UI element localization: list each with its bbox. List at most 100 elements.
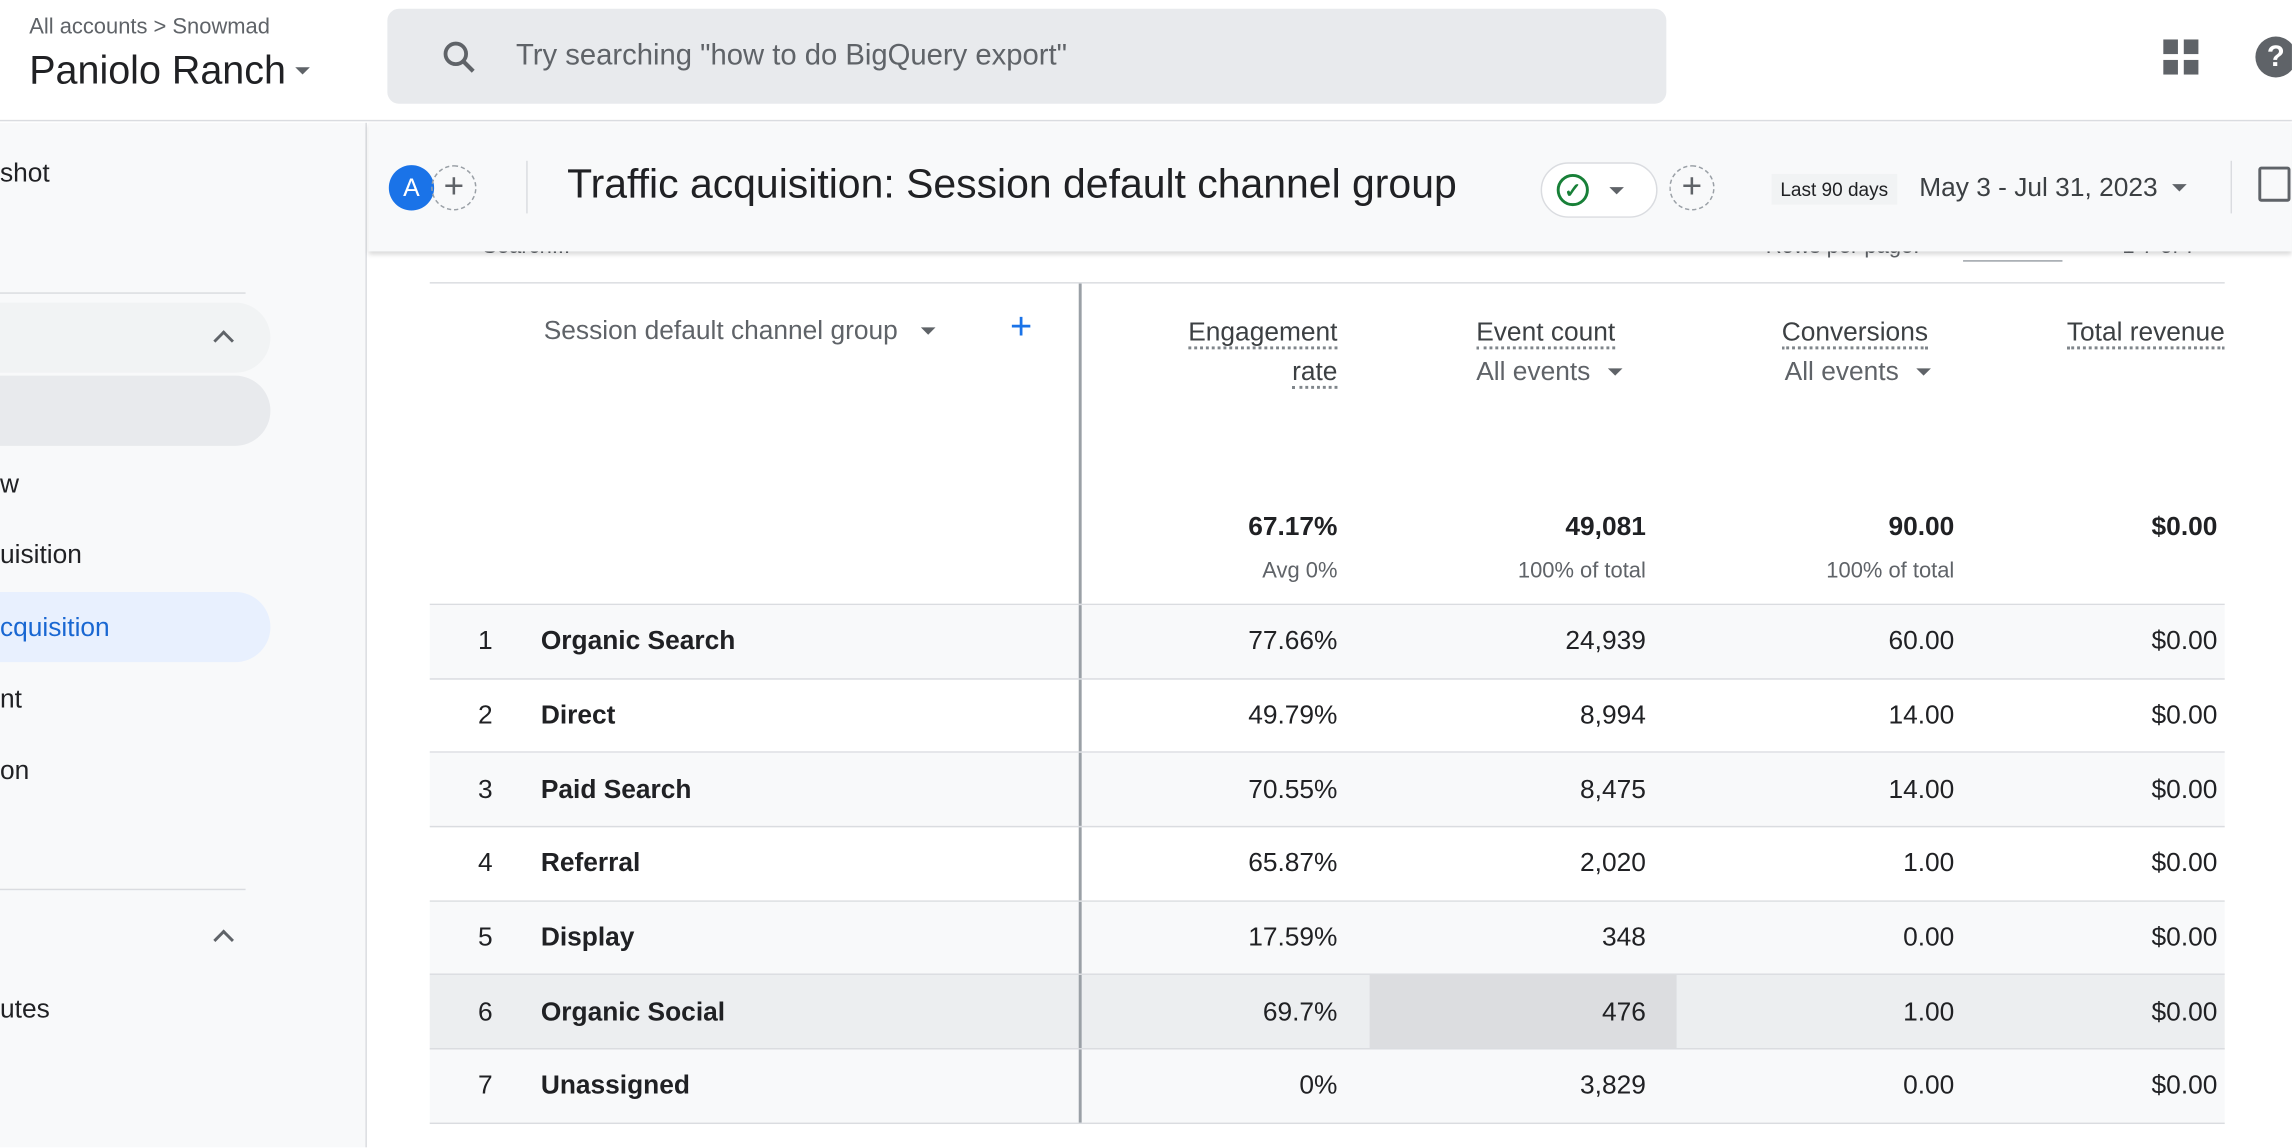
row-rank: 5 — [477, 922, 493, 952]
event-count-cell: 24,939 — [1565, 626, 1646, 656]
table-row[interactable]: 3 Paid Search 70.55% 8,475 14.00 $0.00 — [429, 753, 2225, 828]
comparison-avatar[interactable]: A — [388, 165, 435, 211]
caret-down-icon — [1609, 186, 1624, 194]
column-title: Event count — [1476, 317, 1616, 350]
sidebar-item[interactable]: shot — [0, 137, 270, 207]
search-input[interactable] — [515, 39, 1540, 74]
page-title: Traffic acquisition: Session default cha… — [567, 160, 1457, 207]
revenue-cell: $0.00 — [2151, 700, 2218, 730]
table-row[interactable]: 6 Organic Social 69.7% 476 1.00 $0.00 — [429, 975, 2225, 1050]
conversion-filter-select[interactable]: All events — [1785, 357, 1931, 388]
caret-down-icon — [2172, 184, 2187, 192]
sidebar-group-header[interactable] — [0, 902, 270, 972]
row-rank: 4 — [477, 848, 493, 878]
total-sub: Avg 0% — [1262, 558, 1338, 584]
dimension-header: Session default channel group + — [430, 283, 1082, 604]
data-table: Session default channel group + Engageme… — [429, 282, 2225, 1124]
select-value: All events — [1784, 356, 1899, 386]
engagement-rate-cell: 17.59% — [1248, 922, 1338, 952]
sidebar-item[interactable]: utes — [0, 973, 270, 1043]
caret-down-icon — [294, 67, 310, 75]
channel-name: Organic Search — [541, 605, 1082, 678]
event-count-cell: 3,829 — [1580, 1070, 1646, 1100]
property-selector[interactable]: Paniolo Ranch — [29, 48, 310, 93]
revenue-cell: $0.00 — [2151, 1070, 2218, 1100]
sidebar-item[interactable]: on — [0, 735, 270, 805]
column-title: Conversions — [1781, 317, 1928, 350]
channel-name: Referral — [541, 827, 1082, 901]
revenue-cell: $0.00 — [2151, 774, 2218, 804]
row-rank: 6 — [477, 996, 493, 1026]
channel-name: Display — [541, 901, 1082, 975]
sidebar-group-header[interactable] — [0, 302, 271, 373]
add-comparison-icon[interactable]: + — [431, 165, 477, 211]
sidebar-item-traffic-acquisition[interactable]: cquisition — [0, 591, 271, 663]
event-filter-select[interactable]: All events — [1476, 356, 1623, 388]
total-value: 90.00 — [1888, 511, 1955, 541]
sidebar-item-user-acquisition[interactable]: uisition — [0, 519, 270, 589]
table-row[interactable]: 7 Unassigned 0% 3,829 0.00 $0.00 — [429, 1049, 2225, 1124]
column-engagement-rate[interactable]: Engagement rate 67.17% Avg 0% — [1082, 284, 1370, 604]
revenue-cell: $0.00 — [2151, 626, 2218, 656]
sidebar-item[interactable]: nt — [0, 664, 270, 734]
apps-grid-icon[interactable] — [2163, 39, 2199, 75]
rows-per-page-select[interactable] — [1963, 260, 2063, 262]
sidebar: shot w uisition cquisition nt on utes — [0, 122, 367, 1148]
total-value: 49,081 — [1565, 511, 1646, 541]
add-icon[interactable]: + — [1669, 165, 1715, 211]
table-row[interactable]: 1 Organic Search 77.66% 24,939 60.00 $0.00 — [429, 605, 2225, 680]
engagement-rate-cell: 69.7% — [1262, 996, 1338, 1026]
column-total-revenue[interactable]: Total revenue $0.00 — [1985, 284, 2225, 604]
event-count-cell: 476 — [1369, 975, 1677, 1049]
add-dimension-icon[interactable]: + — [1010, 304, 1032, 349]
table-body: 1 Organic Search 77.66% 24,939 60.00 $0.00 2 Di… — [429, 605, 2225, 1124]
breadcrumb[interactable]: All accounts > Snowmad — [29, 15, 270, 40]
revenue-cell: $0.00 — [2151, 848, 2218, 878]
caret-down-icon — [921, 327, 936, 335]
engagement-rate-cell: 70.55% — [1248, 774, 1338, 804]
conversions-cell: 1.00 — [1903, 996, 1955, 1026]
engagement-rate-cell: 65.87% — [1248, 848, 1338, 878]
date-range-picker[interactable]: May 3 - Jul 31, 2023 — [1919, 172, 2187, 203]
sidebar-item[interactable] — [0, 375, 271, 446]
table-row[interactable]: 4 Referral 65.87% 2,020 1.00 $0.00 — [429, 827, 2225, 902]
report-status-button[interactable]: ✓ — [1540, 162, 1658, 218]
event-count-cell: 8,475 — [1580, 774, 1646, 804]
caret-down-icon — [1916, 368, 1931, 376]
total-sub: 100% of total — [1826, 558, 1955, 584]
chevron-up-icon — [213, 929, 234, 951]
table-row[interactable]: 2 Direct 49.79% 8,994 14.00 $0.00 — [429, 679, 2225, 754]
channel-name: Paid Search — [541, 753, 1082, 826]
engagement-rate-cell: 77.66% — [1248, 626, 1338, 656]
event-count-cell: 348 — [1601, 922, 1646, 952]
revenue-cell: $0.00 — [2151, 922, 2218, 952]
conversions-cell: 60.00 — [1888, 626, 1955, 656]
event-count-cell: 8,994 — [1580, 700, 1646, 730]
conversions-cell: 1.00 — [1903, 848, 1955, 878]
check-circle-icon: ✓ — [1556, 173, 1589, 207]
search-icon — [440, 37, 478, 75]
table-row[interactable]: 5 Display 17.59% 348 0.00 $0.00 — [429, 901, 2225, 976]
report-header: A + Traffic acquisition: Session default… — [368, 122, 2292, 252]
select-value: All events — [1476, 356, 1591, 386]
row-rank: 2 — [477, 700, 493, 730]
dimension-selector[interactable]: Session default channel group — [544, 316, 936, 347]
column-conversions[interactable]: Conversions All events 90.00 100% of tot… — [1677, 284, 1985, 604]
row-rank: 1 — [477, 626, 493, 656]
help-icon[interactable]: ? — [2255, 36, 2292, 78]
customize-report-icon[interactable] — [2258, 166, 2291, 202]
conversions-cell: 14.00 — [1888, 774, 1955, 804]
column-event-count[interactable]: Event count All events 49,081 100% of to… — [1370, 284, 1677, 604]
total-sub: 100% of total — [1517, 558, 1646, 584]
conversions-cell: 0.00 — [1903, 1070, 1955, 1100]
top-bar: All accounts > Snowmad Paniolo Ranch ? — [0, 0, 2292, 122]
caret-down-icon — [1607, 368, 1623, 376]
conversions-cell: 14.00 — [1888, 700, 1955, 730]
channel-name: Direct — [541, 679, 1082, 752]
column-title: Engagement — [1188, 317, 1338, 350]
divider — [0, 888, 246, 891]
property-name: Paniolo Ranch — [29, 48, 286, 93]
date-range: May 3 - Jul 31, 2023 — [1919, 172, 2158, 202]
sidebar-item[interactable]: w — [0, 449, 270, 519]
search-bar[interactable] — [387, 8, 1667, 104]
